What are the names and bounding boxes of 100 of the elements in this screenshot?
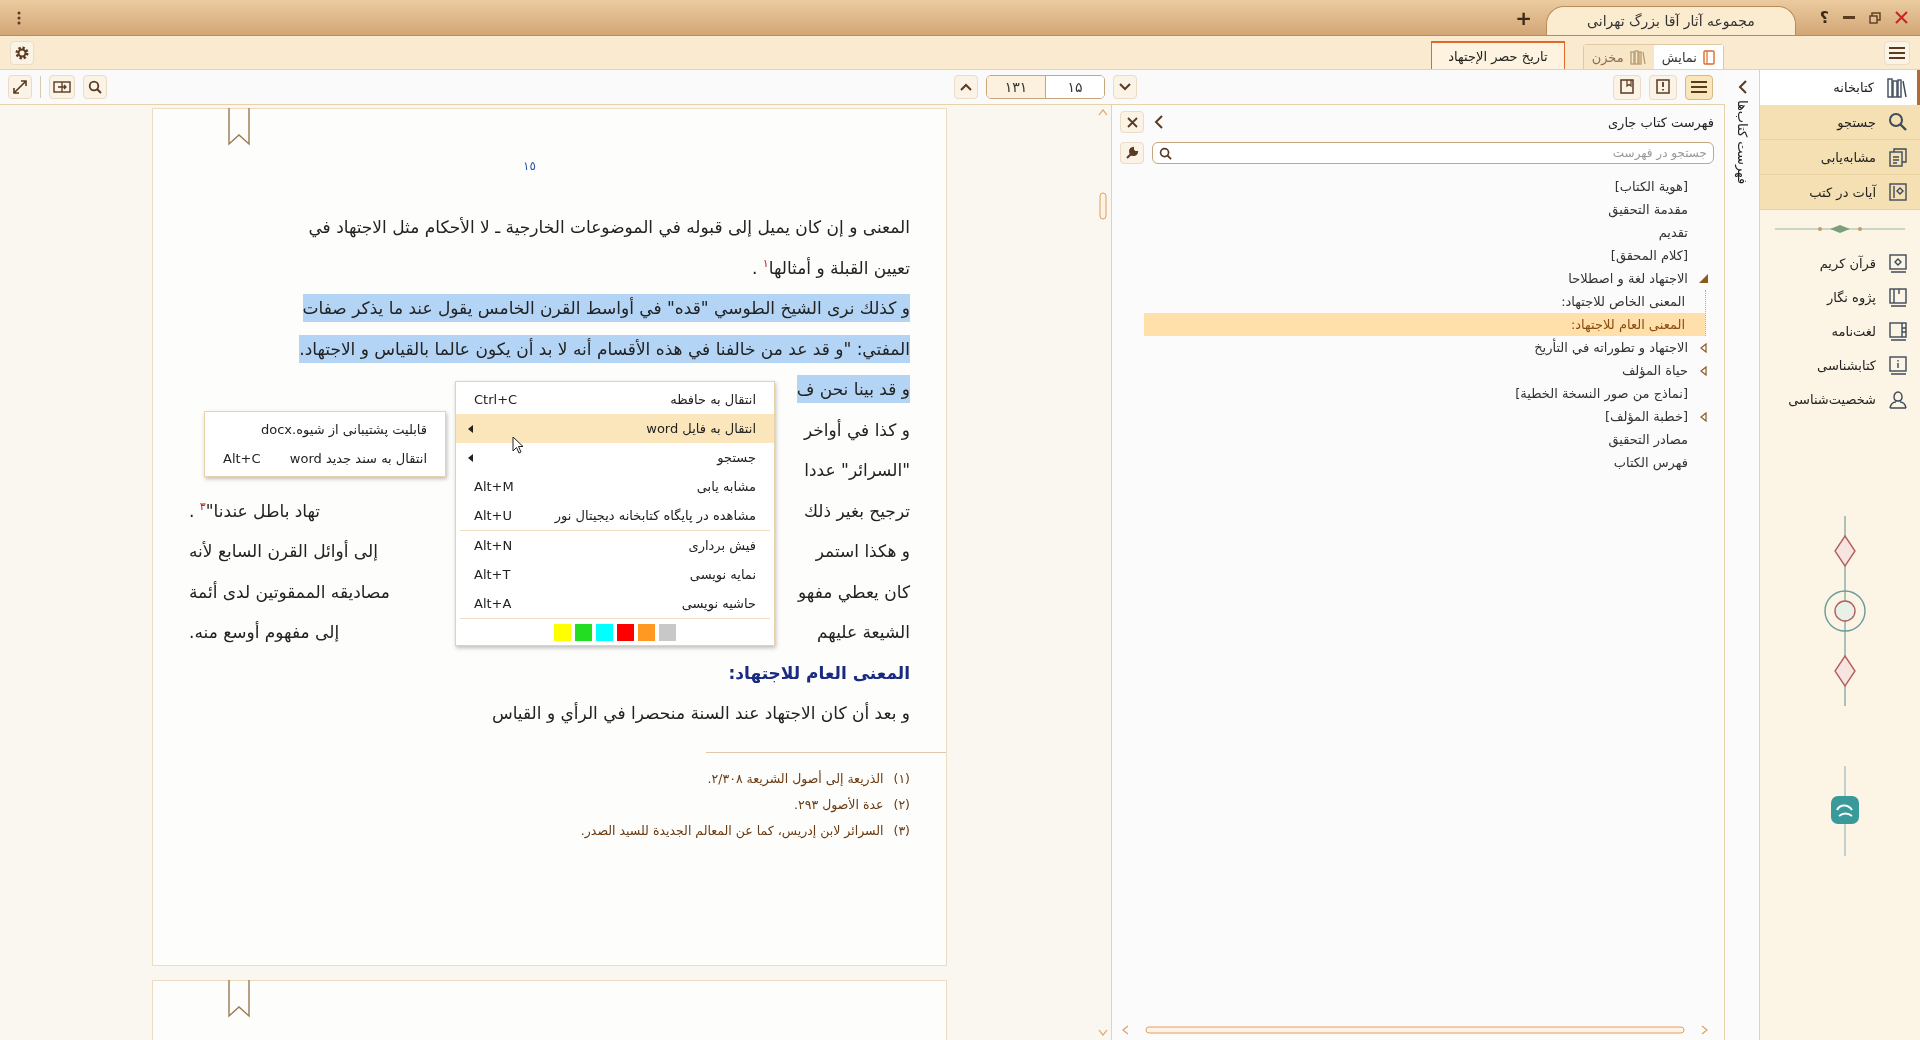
close-icon[interactable]: [1895, 11, 1908, 24]
tree-item[interactable]: المعنى الخاص للاجتهاد:: [1120, 290, 1705, 313]
chevron-up-icon: [960, 83, 972, 91]
collapsed-arrow-icon[interactable]: [1699, 342, 1707, 353]
footnote-text: السرائر لابن إدريس، كما عن المعالم الجديدة للسيد الصدر.: [580, 822, 884, 838]
sidebar-item[interactable]: کتابشناسی: [1760, 348, 1920, 382]
menu-item[interactable]: قابلیت پشتیبانی از شیوه.docx: [205, 415, 445, 444]
book-icon: [1703, 49, 1715, 65]
books-icon: [1629, 49, 1646, 65]
expand-arrows-icon: [12, 79, 28, 95]
search-icon: [1159, 147, 1172, 160]
next-page-button[interactable]: [1113, 75, 1137, 99]
color-swatch[interactable]: [659, 624, 676, 641]
wrench-icon: [1125, 146, 1139, 160]
color-swatch[interactable]: [575, 624, 592, 641]
tree-item[interactable]: [خطبة المؤلف]: [1120, 405, 1712, 428]
mode-tab[interactable]: نمایش: [1653, 45, 1723, 69]
gear-icon: [14, 44, 30, 61]
tree-item[interactable]: [نماذج من صور النسخة الخطية]: [1120, 382, 1712, 405]
footnote-text: عدة الأصول ٢٩٣.: [794, 796, 884, 812]
mouse-cursor-icon: [512, 436, 524, 454]
expand-button[interactable]: [8, 75, 32, 99]
sidebar-item[interactable]: جستجو: [1760, 105, 1920, 140]
search-button[interactable]: [83, 75, 107, 99]
sidebar-item[interactable]: پژوه نگار: [1760, 280, 1920, 314]
sidebar-item[interactable]: شخصیت‌شناسی: [1760, 382, 1920, 416]
text-line: "السرائر" عددا: [804, 459, 910, 483]
expanded-arrow-icon[interactable]: [1698, 274, 1708, 283]
footnote-mark: (١): [893, 770, 910, 786]
list-icon: [1690, 80, 1708, 94]
more-icon[interactable]: [17, 10, 21, 25]
search-icon: [88, 80, 102, 94]
sidebar-item[interactable]: قرآن کریم: [1760, 246, 1920, 280]
previous-page-button[interactable]: [954, 75, 978, 99]
restore-icon[interactable]: [1869, 11, 1881, 24]
page-number: ١٥: [522, 159, 537, 173]
documents-icon: [1888, 147, 1908, 167]
tree-item[interactable]: مصادر التحقيق: [1120, 428, 1712, 451]
chevron-left-icon[interactable]: [1154, 115, 1163, 129]
tree-item[interactable]: الاجتهاد لغة و اصطلاحا: [1120, 267, 1712, 290]
tree-item[interactable]: [هوية الكتاب]: [1120, 175, 1712, 198]
color-swatch[interactable]: [554, 624, 571, 641]
tree-item[interactable]: حياة المؤلف: [1120, 359, 1712, 382]
text-line: إلى مفهوم أوسع منه.: [189, 620, 340, 645]
alert-book-view-button[interactable]: [1649, 74, 1677, 100]
app-tab[interactable]: مجموعه آثار آقا بزرگ تهرانی: [1546, 6, 1796, 35]
diamond-book-icon: [1888, 253, 1908, 273]
tree-item[interactable]: تقديم: [1120, 221, 1712, 244]
text-line: إلى أوائل القرن السابع لأنه: [189, 539, 378, 564]
bookmark-icon[interactable]: [228, 108, 250, 146]
collapsed-arrow-icon[interactable]: [1699, 411, 1707, 422]
mode-tab[interactable]: مخزن: [1583, 45, 1654, 69]
minimize-icon[interactable]: [1843, 15, 1855, 20]
sidebar-item[interactable]: لغت‌نامه: [1760, 314, 1920, 348]
list-view-button[interactable]: [1685, 74, 1713, 100]
settings-button[interactable]: [10, 40, 34, 65]
tree-item[interactable]: مقدمة التحقيق: [1120, 198, 1712, 221]
text-line: و هكذا استمر: [815, 540, 910, 564]
text-line: و بعد أن كان الاجتهاد عند السنة منحصرا في الرأي و القياس: [491, 701, 910, 726]
page-number-field[interactable]: ۱۵: [1045, 76, 1104, 98]
compare-button[interactable]: [49, 75, 75, 99]
search-field[interactable]: جستجو در فهرست: [1152, 142, 1714, 164]
bookmark-book-icon: [1620, 79, 1634, 95]
exclamation-book-icon: [1656, 79, 1670, 95]
color-swatch[interactable]: [638, 624, 655, 641]
sidebar-item[interactable]: مشابه‌یابی: [1760, 140, 1920, 175]
bookmark-book-icon: [1888, 287, 1908, 307]
total-pages: ۱۳۱: [987, 76, 1045, 98]
menu-button[interactable]: [1884, 40, 1910, 65]
bookmark-book-view-button[interactable]: [1613, 74, 1641, 100]
tabbed-book-icon: [1888, 321, 1908, 341]
chevron-down-icon: [1119, 83, 1131, 91]
footnote-mark: (٢): [893, 796, 910, 812]
menu-icon: [1888, 45, 1906, 60]
wrench-button[interactable]: [1120, 142, 1144, 164]
tree-item[interactable]: المعنى العام للاجتهاد:: [1144, 313, 1705, 336]
document-tab[interactable]: تاريخ حصر الإجتهاد: [1431, 41, 1565, 69]
scrollbar[interactable]: [1120, 1024, 1710, 1036]
close-icon: [1126, 116, 1138, 128]
help-button[interactable]: ؟: [1819, 8, 1829, 27]
tree-item[interactable]: [كلام المحقق]: [1120, 244, 1712, 267]
bookmark-icon[interactable]: [228, 980, 250, 1018]
chevron-left-icon[interactable]: [1737, 80, 1747, 94]
menu-item[interactable]: جستجو: [456, 443, 774, 472]
footnote-text: الذريعة إلى أصول الشريعة ٢/٣٠٨.: [707, 770, 884, 786]
close-button[interactable]: [1120, 111, 1144, 133]
sidebar-item[interactable]: آیات در کتب: [1760, 175, 1920, 210]
text-line: تهاد باطل عندنا"$^{٣}$ .: [189, 499, 321, 524]
tree-item[interactable]: الاجتهاد و تطوراته في التأريخ: [1120, 336, 1712, 359]
collapsed-arrow-icon[interactable]: [1699, 365, 1707, 376]
sidebar-item[interactable]: کتابخانه: [1760, 70, 1920, 105]
text-line: الشيعة عليهم: [817, 621, 910, 645]
side-tab[interactable]: فهرست کتاب‌ها: [1734, 100, 1750, 185]
tree-item[interactable]: فهرس الكتاب: [1120, 451, 1712, 474]
color-swatch[interactable]: [617, 624, 634, 641]
info-book-icon: [1888, 355, 1908, 375]
new-tab-button[interactable]: +: [1515, 5, 1533, 30]
menu-item[interactable]: انتقال به فایل word: [456, 414, 774, 443]
text-line: ترجيح بغير ذلك: [803, 499, 910, 524]
color-swatch[interactable]: [596, 624, 613, 641]
